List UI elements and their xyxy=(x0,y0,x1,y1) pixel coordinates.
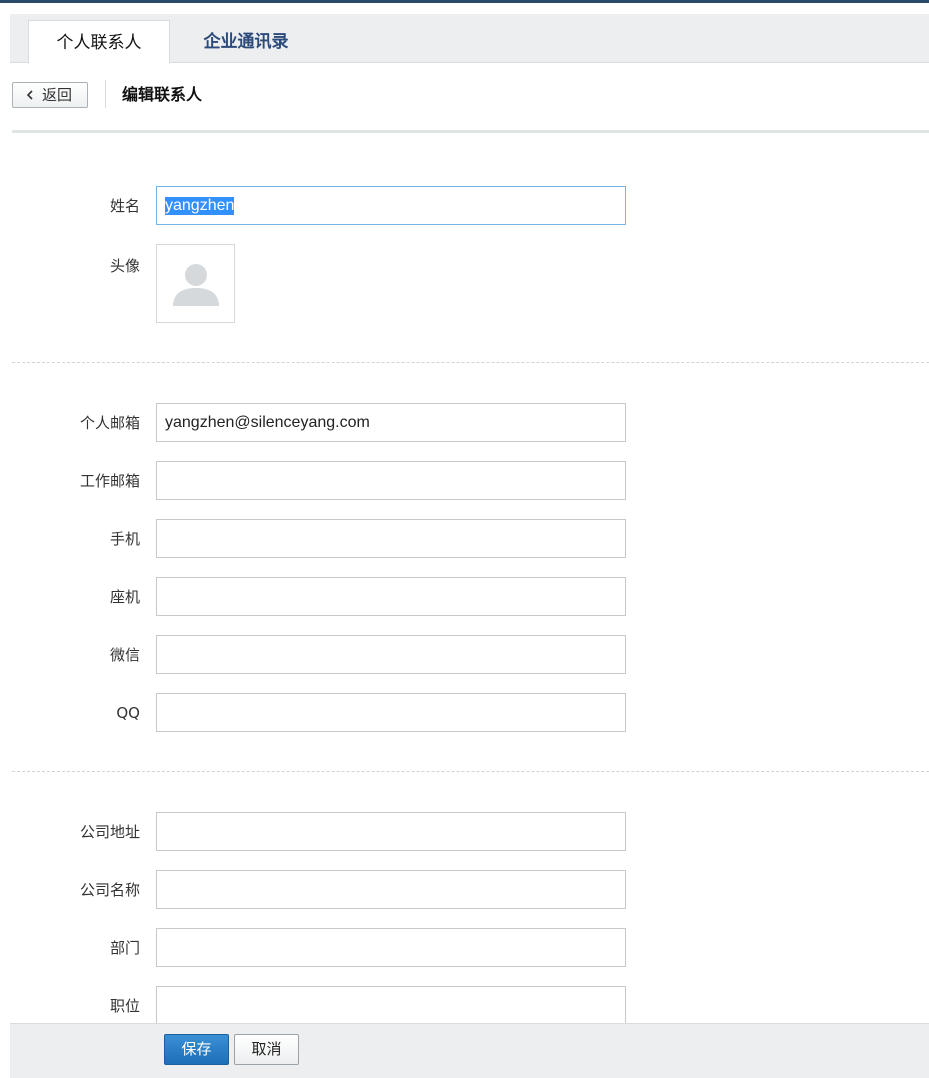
tab-bar: 个人联系人 企业通讯录 xyxy=(10,14,929,64)
personal-email-label: 个人邮箱 xyxy=(79,414,140,432)
qq-label: QQ xyxy=(116,704,140,722)
name-label: 姓名 xyxy=(109,197,140,215)
back-button[interactable]: 返回 xyxy=(12,82,88,108)
person-silhouette-icon xyxy=(173,264,219,306)
section-divider xyxy=(12,362,929,363)
form-footer: 保存 取消 xyxy=(10,1023,929,1078)
top-accent-line xyxy=(0,0,929,3)
name-input[interactable] xyxy=(156,186,626,225)
mobile-row: 手机 xyxy=(0,519,929,559)
mobile-label: 手机 xyxy=(109,530,140,548)
department-input[interactable] xyxy=(156,928,626,967)
tab-personal-contacts[interactable]: 个人联系人 xyxy=(28,20,170,64)
personal-email-input[interactable] xyxy=(156,403,626,442)
back-button-label: 返回 xyxy=(42,86,73,104)
department-label: 部门 xyxy=(109,939,140,957)
company-name-input[interactable] xyxy=(156,870,626,909)
landline-input[interactable] xyxy=(156,577,626,616)
cancel-button[interactable]: 取消 xyxy=(234,1034,299,1065)
qq-row: QQ xyxy=(0,693,929,733)
wechat-label: 微信 xyxy=(109,646,140,664)
wechat-row: 微信 xyxy=(0,635,929,675)
avatar-label: 头像 xyxy=(109,257,140,275)
avatar-picker[interactable] xyxy=(156,244,235,323)
work-email-row: 工作邮箱 xyxy=(0,461,929,501)
tab-enterprise-directory[interactable]: 企业通讯录 xyxy=(196,20,296,64)
company-name-label: 公司名称 xyxy=(79,881,140,899)
company-name-row: 公司名称 xyxy=(0,870,929,910)
header-divider xyxy=(12,130,929,133)
name-row: 姓名 xyxy=(0,186,929,226)
landline-row: 座机 xyxy=(0,577,929,617)
save-button[interactable]: 保存 xyxy=(164,1034,229,1065)
department-row: 部门 xyxy=(0,928,929,968)
personal-email-row: 个人邮箱 xyxy=(0,403,929,443)
section-divider xyxy=(12,771,929,772)
chevron-left-icon xyxy=(25,83,35,114)
position-input[interactable] xyxy=(156,986,626,1025)
position-row: 职位 xyxy=(0,986,929,1026)
qq-input[interactable] xyxy=(156,693,626,732)
position-label: 职位 xyxy=(109,997,140,1015)
wechat-input[interactable] xyxy=(156,635,626,674)
mobile-input[interactable] xyxy=(156,519,626,558)
work-email-label: 工作邮箱 xyxy=(79,472,140,490)
company-address-row: 公司地址 xyxy=(0,812,929,852)
toolbar-divider xyxy=(105,80,106,108)
work-email-input[interactable] xyxy=(156,461,626,500)
company-address-label: 公司地址 xyxy=(79,823,140,841)
landline-label: 座机 xyxy=(109,588,140,606)
company-address-input[interactable] xyxy=(156,812,626,851)
page-title: 编辑联系人 xyxy=(122,85,203,104)
